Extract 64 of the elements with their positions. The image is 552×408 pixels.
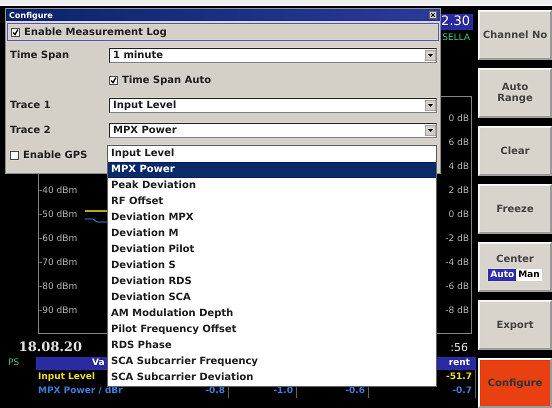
softkey-button[interactable]: Freeze — [478, 184, 552, 234]
list-item[interactable]: AM Modulation Depth — [108, 306, 436, 322]
axis-label: 6 dB — [448, 137, 470, 150]
time-label: :56 — [450, 340, 468, 354]
list-item[interactable]: Deviation Pilot — [108, 242, 436, 258]
list-item[interactable]: RDS Phase — [108, 338, 436, 354]
dialog-title: Configure — [9, 10, 53, 20]
list-item[interactable]: SCA Subcarrier Frequency — [108, 354, 436, 370]
list-item[interactable]: MPX Power — [108, 162, 436, 178]
column-header: rent — [448, 358, 471, 368]
softkey-button[interactable]: Auto Range — [478, 68, 552, 118]
axis-label: -2 dB — [445, 233, 470, 246]
list-item[interactable]: Deviation RDS — [108, 274, 436, 290]
checkbox-label: Enable GPS — [23, 150, 88, 161]
axis-label: 4 dB — [448, 161, 470, 174]
column-header: Va — [92, 358, 105, 368]
axis-label: -40 dBm — [39, 185, 78, 198]
axis-label: -70 dBm — [39, 257, 78, 270]
softkey-button[interactable]: Clear — [478, 126, 552, 176]
checkbox[interactable] — [11, 28, 20, 36]
axis-label: -90 dBm — [39, 305, 78, 318]
field-label: Time Span — [10, 50, 70, 61]
axis-label: -80 dBm — [39, 281, 78, 294]
list-item[interactable]: Pilot Frequency Offset — [108, 322, 436, 338]
axis-label: 0 dB — [448, 209, 470, 222]
list-item[interactable]: RF Offset — [108, 194, 436, 210]
softkey-button[interactable]: Center Auto Man — [478, 242, 552, 292]
ps-label: PS — [7, 358, 20, 368]
softkey-button[interactable]: Export — [478, 300, 552, 350]
station-name: SELLA — [442, 33, 470, 43]
axis-label: 2 dB — [448, 185, 470, 198]
date-label: 18.08.20 — [18, 340, 82, 354]
list-item[interactable]: Deviation S — [108, 258, 436, 274]
checkbox[interactable] — [109, 76, 118, 85]
checkbox-label: Time Span Auto — [122, 75, 212, 86]
dropdown-arrow-icon — [425, 50, 436, 61]
axis-label: -50 dBm — [39, 209, 78, 222]
list-item[interactable]: Deviation MPX — [108, 210, 436, 226]
dropdown-field[interactable]: Input Level — [109, 98, 437, 113]
checkbox-label: Enable Measurement Log — [24, 26, 167, 38]
toggle-option[interactable]: Man — [516, 268, 542, 280]
axis-label: -4 dB — [445, 257, 470, 270]
list-item[interactable]: Deviation SCA — [108, 290, 436, 306]
axis-label: -8 dB — [445, 305, 470, 318]
clock-display: 2.30 — [438, 14, 473, 30]
close-icon[interactable] — [429, 11, 437, 19]
checkbox[interactable] — [10, 151, 19, 160]
dropdown-field[interactable]: 1 minute — [109, 48, 437, 63]
list-item[interactable]: Input Level — [108, 146, 436, 162]
axis-label: -60 dBm — [39, 233, 78, 246]
field-label: Trace 1 — [10, 100, 52, 111]
toggle-option[interactable]: Auto — [488, 268, 516, 280]
list-item[interactable]: Deviation M — [108, 226, 436, 242]
dropdown-field[interactable]: MPX Power — [109, 123, 437, 138]
list-item[interactable]: Peak Deviation — [108, 178, 436, 194]
softkey-label: Center — [496, 254, 534, 264]
trace-lines-drawing — [85, 210, 107, 224]
row-label: Input Level — [38, 372, 95, 382]
axis-label: -6 dB — [445, 281, 470, 294]
dropdown-arrow-icon — [425, 125, 436, 136]
field-label: Trace 2 — [10, 125, 52, 136]
axis-label: 0 dB — [448, 113, 470, 126]
softkey-button[interactable]: Channel No — [478, 10, 552, 60]
dropdown-arrow-icon — [425, 100, 436, 111]
